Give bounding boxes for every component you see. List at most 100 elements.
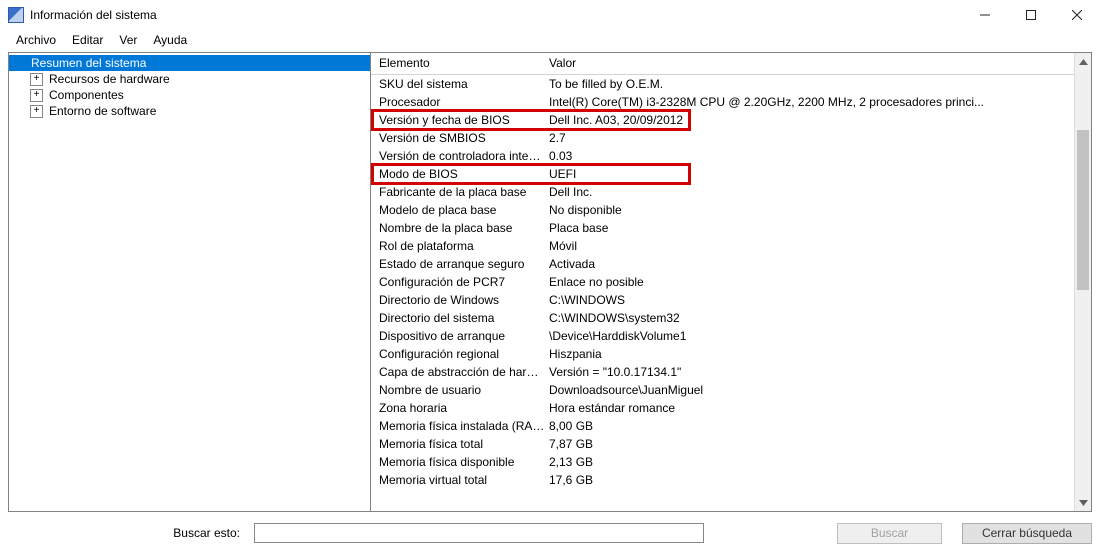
details-row[interactable]: Versión de SMBIOS2.7 bbox=[371, 129, 1074, 147]
row-element: Configuración regional bbox=[375, 345, 545, 363]
details-row[interactable]: SKU del sistemaTo be filled by O.E.M. bbox=[371, 75, 1074, 93]
titlebar: Información del sistema bbox=[0, 0, 1100, 30]
row-value: C:\WINDOWS\system32 bbox=[545, 309, 1070, 327]
row-value: Intel(R) Core(TM) i3-2328M CPU @ 2.20GHz… bbox=[545, 93, 1070, 111]
close-search-button[interactable]: Cerrar búsqueda bbox=[962, 523, 1092, 544]
row-element: Configuración de PCR7 bbox=[375, 273, 545, 291]
row-element: Zona horaria bbox=[375, 399, 545, 417]
row-element: Procesador bbox=[375, 93, 545, 111]
row-element: Modelo de placa base bbox=[375, 201, 545, 219]
workspace: Resumen del sistema + Recursos de hardwa… bbox=[8, 52, 1092, 512]
details-row[interactable]: Modelo de placa baseNo disponible bbox=[371, 201, 1074, 219]
row-value: No disponible bbox=[545, 201, 1070, 219]
row-value: UEFI bbox=[545, 165, 1070, 183]
tree-root-label: Resumen del sistema bbox=[29, 55, 148, 71]
details-pane: Elemento Valor SKU del sistemaTo be fill… bbox=[371, 53, 1091, 511]
tree-item-hardware[interactable]: + Recursos de hardware bbox=[27, 71, 370, 87]
details-row[interactable]: Fabricante de la placa baseDell Inc. bbox=[371, 183, 1074, 201]
row-value: 2,13 GB bbox=[545, 453, 1070, 471]
details-row[interactable]: Memoria física total7,87 GB bbox=[371, 435, 1074, 453]
menu-editar[interactable]: Editar bbox=[64, 32, 111, 48]
tree-item-software[interactable]: + Entorno de software bbox=[27, 103, 370, 119]
row-element: Rol de plataforma bbox=[375, 237, 545, 255]
row-element: Versión y fecha de BIOS bbox=[375, 111, 545, 129]
details-row[interactable]: Zona horariaHora estándar romance bbox=[371, 399, 1074, 417]
row-value: To be filled by O.E.M. bbox=[545, 75, 1070, 93]
row-value: 17,6 GB bbox=[545, 471, 1070, 489]
scroll-track[interactable] bbox=[1075, 70, 1091, 494]
row-element: Directorio de Windows bbox=[375, 291, 545, 309]
tree-label-software: Entorno de software bbox=[47, 103, 158, 119]
details-row[interactable]: Nombre de la placa basePlaca base bbox=[371, 219, 1074, 237]
row-value: Downloadsource\JuanMiguel bbox=[545, 381, 1070, 399]
row-value: Móvil bbox=[545, 237, 1070, 255]
details-body[interactable]: SKU del sistemaTo be filled by O.E.M.Pro… bbox=[371, 75, 1074, 511]
row-element: Dispositivo de arranque bbox=[375, 327, 545, 345]
column-element-header[interactable]: Elemento bbox=[371, 53, 541, 74]
plus-icon[interactable]: + bbox=[30, 73, 43, 86]
details-row[interactable]: Capa de abstracción de hardw...Versión =… bbox=[371, 363, 1074, 381]
close-button[interactable] bbox=[1054, 0, 1100, 30]
menubar: Archivo Editar Ver Ayuda bbox=[0, 30, 1100, 50]
row-value: \Device\HarddiskVolume1 bbox=[545, 327, 1070, 345]
search-button[interactable]: Buscar bbox=[837, 523, 942, 544]
row-element: Capa de abstracción de hardw... bbox=[375, 363, 545, 381]
scroll-down-button[interactable] bbox=[1075, 494, 1091, 511]
tree-label-componentes: Componentes bbox=[47, 87, 126, 103]
row-element: Memoria física disponible bbox=[375, 453, 545, 471]
vertical-scrollbar[interactable] bbox=[1074, 53, 1091, 511]
row-value: 2.7 bbox=[545, 129, 1070, 147]
details-row[interactable]: Modo de BIOSUEFI bbox=[371, 165, 1074, 183]
row-value: Dell Inc. bbox=[545, 183, 1070, 201]
column-value-header[interactable]: Valor bbox=[541, 53, 1074, 74]
row-value: 8,00 GB bbox=[545, 417, 1070, 435]
menu-archivo[interactable]: Archivo bbox=[8, 32, 64, 48]
details-row[interactable]: Directorio del sistemaC:\WINDOWS\system3… bbox=[371, 309, 1074, 327]
details-row[interactable]: Memoria física disponible2,13 GB bbox=[371, 453, 1074, 471]
search-label: Buscar esto: bbox=[8, 526, 248, 540]
scroll-thumb[interactable] bbox=[1077, 130, 1089, 290]
details-row[interactable]: Nombre de usuarioDownloadsource\JuanMigu… bbox=[371, 381, 1074, 399]
details-row[interactable]: Dispositivo de arranque\Device\HarddiskV… bbox=[371, 327, 1074, 345]
minimize-button[interactable] bbox=[962, 0, 1008, 30]
menu-ayuda[interactable]: Ayuda bbox=[145, 32, 195, 48]
details-row[interactable]: Configuración de PCR7Enlace no posible bbox=[371, 273, 1074, 291]
plus-icon[interactable]: + bbox=[30, 89, 43, 102]
row-element: Nombre de usuario bbox=[375, 381, 545, 399]
row-element: Versión de controladora integr... bbox=[375, 147, 545, 165]
app-icon bbox=[8, 7, 24, 23]
details-row[interactable]: Versión y fecha de BIOSDell Inc. A03, 20… bbox=[371, 111, 1074, 129]
plus-icon[interactable]: + bbox=[30, 105, 43, 118]
details-row[interactable]: Configuración regionalHiszpania bbox=[371, 345, 1074, 363]
row-element: Nombre de la placa base bbox=[375, 219, 545, 237]
tree-label-hardware: Recursos de hardware bbox=[47, 71, 172, 87]
row-element: Fabricante de la placa base bbox=[375, 183, 545, 201]
search-bar: Buscar esto: Buscar Cerrar búsqueda bbox=[0, 520, 1100, 544]
row-element: Estado de arranque seguro bbox=[375, 255, 545, 273]
scroll-up-button[interactable] bbox=[1075, 53, 1091, 70]
tree-item-componentes[interactable]: + Componentes bbox=[27, 87, 370, 103]
tree-root-item[interactable]: Resumen del sistema bbox=[9, 55, 370, 71]
details-row[interactable]: Estado de arranque seguroActivada bbox=[371, 255, 1074, 273]
details-header: Elemento Valor bbox=[371, 53, 1074, 75]
row-element: Memoria física total bbox=[375, 435, 545, 453]
details-row[interactable]: Memoria virtual total17,6 GB bbox=[371, 471, 1074, 489]
row-element: SKU del sistema bbox=[375, 75, 545, 93]
menu-ver[interactable]: Ver bbox=[111, 32, 145, 48]
maximize-button[interactable] bbox=[1008, 0, 1054, 30]
row-value: Dell Inc. A03, 20/09/2012 bbox=[545, 111, 1070, 129]
details-row[interactable]: ProcesadorIntel(R) Core(TM) i3-2328M CPU… bbox=[371, 93, 1074, 111]
row-element: Versión de SMBIOS bbox=[375, 129, 545, 147]
window-title: Información del sistema bbox=[30, 8, 157, 22]
row-value: Activada bbox=[545, 255, 1070, 273]
details-row[interactable]: Memoria física instalada (RAM)8,00 GB bbox=[371, 417, 1074, 435]
row-value: C:\WINDOWS bbox=[545, 291, 1070, 309]
details-row[interactable]: Rol de plataformaMóvil bbox=[371, 237, 1074, 255]
search-input[interactable] bbox=[254, 523, 704, 543]
details-row[interactable]: Directorio de WindowsC:\WINDOWS bbox=[371, 291, 1074, 309]
row-element: Directorio del sistema bbox=[375, 309, 545, 327]
row-value: Hiszpania bbox=[545, 345, 1070, 363]
details-row[interactable]: Versión de controladora integr...0.03 bbox=[371, 147, 1074, 165]
row-value: 0.03 bbox=[545, 147, 1070, 165]
row-value: Hora estándar romance bbox=[545, 399, 1070, 417]
